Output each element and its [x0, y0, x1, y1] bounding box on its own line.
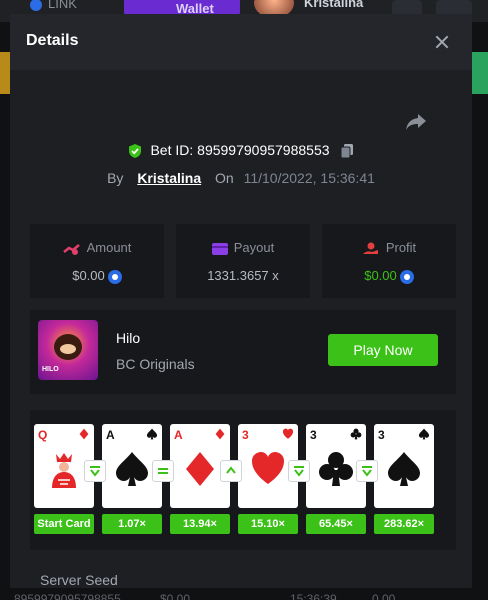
- payout-value: 1331.3657 x: [207, 268, 279, 283]
- coin-icon: [107, 269, 122, 284]
- bet-id-label: Bet ID:: [150, 142, 194, 158]
- amount-icon: [62, 243, 80, 255]
- cards-history: Q Start Card A 1.07× A 13.94× 3 15.10× 3 65.45× 3 2…: [30, 410, 456, 550]
- profit-hand-icon: [362, 242, 378, 254]
- share-icon[interactable]: [404, 112, 428, 132]
- background-banner-left: [0, 52, 10, 94]
- shield-check-icon: [128, 144, 141, 159]
- link-coin-icon: [30, 0, 42, 11]
- card-rank: A: [174, 428, 183, 442]
- multiplier-badge: Start Card: [34, 514, 94, 534]
- thumbnail-character: [54, 334, 82, 360]
- spade-icon: [388, 452, 420, 486]
- thumbnail-tag: HILO: [42, 366, 59, 373]
- background-bottom-amount: $0.00: [160, 592, 191, 600]
- amount-stat: Amount $0.00: [30, 224, 164, 298]
- background-bottom-value: 0.00: [372, 592, 396, 600]
- close-icon[interactable]: [430, 30, 454, 54]
- profit-stat: Profit $0.00: [322, 224, 456, 298]
- details-modal: Details Bet ID: 8959979095798855​3 By Kr…: [10, 14, 472, 588]
- by-row: By Kristalina On 11/10/2022, 15:36:41: [10, 170, 472, 186]
- by-label: By: [107, 170, 124, 186]
- card-rank: A: [106, 428, 115, 442]
- diamond-icon: [186, 452, 214, 486]
- profit-value: $0.00: [364, 268, 397, 283]
- spade-icon: [116, 452, 148, 486]
- heart-icon: [282, 428, 294, 439]
- prediction-lower-or-same-icon: [84, 460, 106, 482]
- amount-label: Amount: [86, 240, 132, 255]
- copy-icon[interactable]: [339, 143, 355, 159]
- background-username: Kristalina: [304, 0, 364, 10]
- payout-card-icon: [211, 242, 228, 255]
- prediction-lower-or-same-icon: [288, 460, 310, 482]
- club-icon: [319, 452, 353, 486]
- background-bottom-id: 8959979095798855: [14, 592, 121, 600]
- bet-date: 11/10/2022, 15:36:41: [243, 170, 375, 186]
- prediction-higher-icon: [220, 460, 242, 482]
- multiplier-badge: 283.62×: [374, 514, 434, 534]
- spade-icon: [418, 428, 430, 440]
- diamond-icon: [79, 428, 89, 440]
- diamond-icon: [215, 428, 225, 440]
- coin-icon: [399, 269, 414, 284]
- queen-figure-icon: [52, 453, 76, 488]
- modal-header: Details: [10, 14, 472, 70]
- background-banner-right: [472, 52, 488, 94]
- game-name: Hilo: [116, 330, 141, 346]
- background-right-edge: [472, 22, 488, 600]
- game-provider: BC Originals: [116, 356, 195, 372]
- card-rank: 3: [378, 428, 385, 442]
- amount-label-row: Amount: [30, 240, 164, 256]
- amount-value: $0.00: [72, 268, 105, 283]
- amount-value-row: $0.00: [30, 268, 164, 284]
- background-left-edge: [0, 22, 10, 600]
- game-card: HILO Hilo BC Originals Play Now: [30, 310, 456, 394]
- bet-id-row: Bet ID: 8959979095798855​3: [10, 142, 472, 159]
- profit-label-row: Profit: [322, 240, 456, 256]
- heart-icon: [252, 452, 284, 484]
- card-rank: Q: [38, 428, 48, 442]
- multiplier-badge: 15.10×: [238, 514, 298, 534]
- payout-label: Payout: [233, 240, 275, 255]
- multiplier-badge: 65.45×: [306, 514, 366, 534]
- bet-username-link[interactable]: Kristalina: [137, 170, 201, 186]
- payout-stat: Payout 1331.3657 x: [176, 224, 310, 298]
- card-rank: 3: [242, 428, 249, 442]
- profit-value-row: $0.00: [322, 268, 456, 284]
- profit-label: Profit: [385, 240, 417, 255]
- payout-label-row: Payout: [176, 240, 310, 255]
- modal-title: Details: [26, 32, 79, 49]
- background-link: LINK: [30, 0, 77, 11]
- background-link-label: LINK: [48, 0, 77, 11]
- multiplier-badge: 13.94×: [170, 514, 230, 534]
- playing-card: 3: [374, 424, 434, 508]
- multiplier-badge: 1.07×: [102, 514, 162, 534]
- server-seed-label: Server Seed: [40, 572, 118, 588]
- spade-icon: [146, 428, 158, 440]
- on-label: On: [215, 170, 234, 186]
- background-bottom-time: 15:36:39: [290, 592, 337, 600]
- bet-stats: Amount $0.00 Payout 1331.3657 x Profit $…: [30, 224, 456, 298]
- background-bottom-row: 8959979095798855 $0.00 15:36:39 0.00: [0, 588, 488, 600]
- play-now-button[interactable]: Play Now: [328, 334, 438, 366]
- prediction-lower-or-same-icon: [356, 460, 378, 482]
- card-rank: 3: [310, 428, 317, 442]
- bet-id-value: 8959979095798855​3: [197, 142, 330, 158]
- prediction-same-icon: [152, 460, 174, 482]
- club-icon: [350, 428, 362, 440]
- game-thumbnail[interactable]: HILO: [38, 320, 98, 380]
